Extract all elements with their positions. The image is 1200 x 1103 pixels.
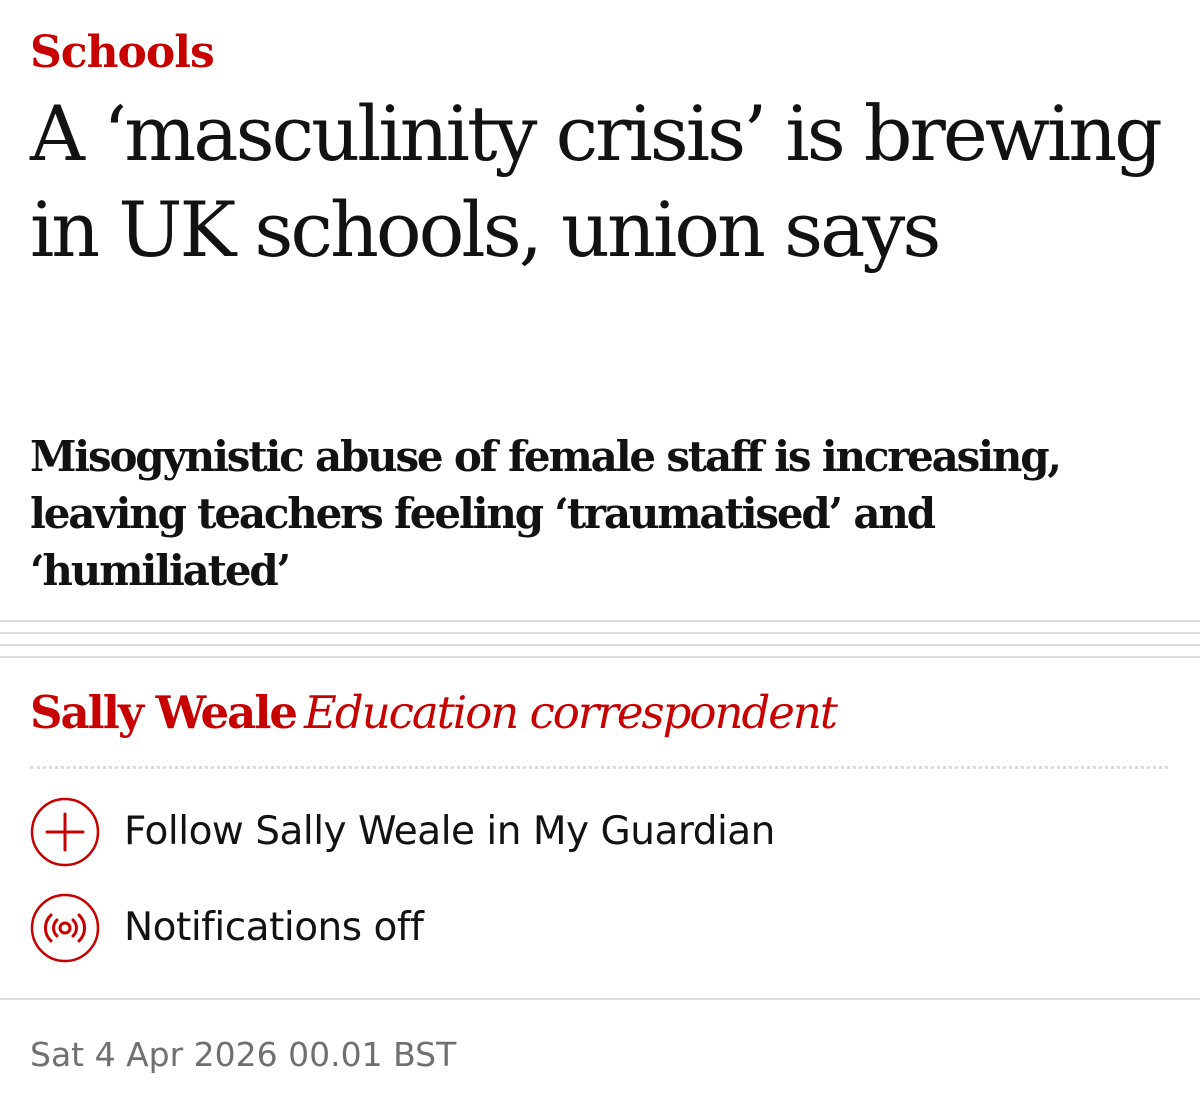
author-name[interactable]: Sally Weale bbox=[30, 686, 298, 739]
standfirst: Misogynistic abuse of female staff is in… bbox=[30, 432, 1062, 595]
follow-author-button[interactable]: Follow Sally Weale in My Guardian bbox=[30, 797, 775, 867]
author-role: Education correspondent bbox=[304, 686, 838, 739]
publication-date: Sat 4 Apr 2026 00.01 BST bbox=[30, 1035, 457, 1074]
headline: A ‘masculinity crisis’ is brewing in UK … bbox=[30, 89, 1163, 274]
section-rules-divider bbox=[0, 620, 1200, 660]
plus-circle-icon bbox=[30, 797, 100, 867]
notifications-toggle[interactable]: Notifications off bbox=[30, 893, 424, 963]
notifications-label: Notifications off bbox=[124, 905, 424, 950]
section-label[interactable]: Schools bbox=[30, 22, 215, 84]
meta-divider bbox=[0, 998, 1200, 1000]
follow-author-label: Follow Sally Weale in My Guardian bbox=[124, 809, 775, 854]
broadcast-icon bbox=[30, 893, 100, 963]
dotted-divider bbox=[30, 766, 1168, 769]
byline: Sally Weale Education correspondent bbox=[30, 682, 838, 744]
